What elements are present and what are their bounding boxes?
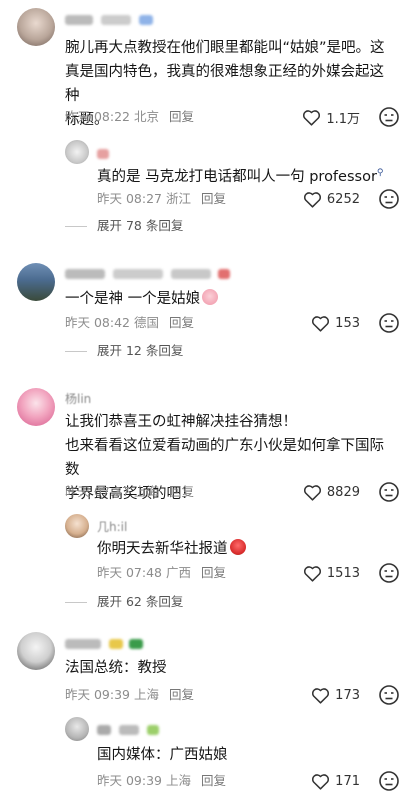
like-count: 153 [335,315,360,331]
heart-outline-icon [312,315,330,332]
like-button[interactable]: 153 [311,313,360,333]
reply-meta: 昨天 07:48 广西 回复 [97,564,226,582]
like-count: 1.1万 [326,111,360,127]
comment-text: 法国总统：教授 [65,660,167,676]
timestamp: 昨天 08:22 [65,109,130,124]
dislike-face-icon[interactable] [378,481,400,503]
timestamp: 昨天 08:27 [97,191,162,206]
comment-text: 一个是神 一个是姑娘 [65,287,219,311]
reply-text: 国内媒体：广西姑娘 [97,747,228,763]
like-button[interactable]: 173 [311,685,360,705]
search-icon[interactable]: ⚲ [377,168,384,178]
location: 北京 [134,109,160,124]
timestamp: 昨天 07:37 [65,484,130,499]
dislike-face-icon[interactable] [378,188,400,210]
comment-meta: 昨天 09:39 上海 回复 [65,686,194,704]
reply-button[interactable]: 回复 [169,109,194,124]
like-button[interactable]: 8829 [303,482,360,502]
like-button[interactable]: 6252 [303,189,360,209]
username-blurred[interactable] [97,722,159,736]
timestamp: 昨天 07:48 [97,565,162,580]
like-button[interactable]: 1513 [303,563,360,583]
dislike-face-icon[interactable] [378,312,400,334]
heart-outline-icon [303,484,321,501]
username-blurred[interactable] [65,266,231,280]
location: 上海 [134,687,160,702]
expand-replies-button[interactable]: 展开 78 条回复 [65,217,183,235]
comment-meta: 昨天 08:42 德国 回复 [65,314,194,332]
avatar[interactable] [65,717,89,741]
avatar[interactable] [65,514,89,538]
location: 德国 [134,315,160,330]
reply-button[interactable]: 回复 [201,191,226,206]
heart-outline-icon [303,191,321,208]
dislike-face-icon[interactable] [378,106,400,128]
username-blurred[interactable] [65,12,153,26]
avatar[interactable] [17,632,55,670]
timestamp: 昨天 09:39 [65,687,130,702]
reply-button[interactable]: 回复 [169,484,194,499]
like-count: 6252 [326,191,360,207]
reply-button[interactable]: 回复 [201,773,226,788]
heart-outline-icon [312,687,330,704]
location: 上海 [134,484,160,499]
comment-meta: 昨天 08:22 北京 回复 [65,108,194,126]
reply-button[interactable]: 回复 [169,315,194,330]
like-count: 8829 [326,484,360,500]
heart-outline-icon [312,773,330,790]
username[interactable]: 杨lin [65,390,91,406]
username-blurred[interactable] [65,636,143,650]
like-count: 173 [335,687,360,703]
reply-button[interactable]: 回复 [201,565,226,580]
like-button[interactable]: 1.1万 [302,107,360,127]
username-blurred[interactable] [97,146,109,160]
like-count: 171 [335,773,360,789]
reply-text: 你明天去新华社报道 [97,537,246,561]
rose-emoji-icon [229,539,246,555]
location: 广西 [166,565,192,580]
pig-emoji-icon [202,289,219,305]
username[interactable]: 几h:il [97,518,127,534]
like-count: 1513 [326,565,360,581]
heart-outline-icon [303,109,321,126]
like-button[interactable]: 171 [311,771,360,791]
avatar[interactable] [17,263,55,301]
reply-text: 真的是 马克龙打电话都叫人一句 professor⚲ [97,168,384,185]
comment-meta: 昨天 07:37 上海 回复 [65,483,194,501]
expand-replies-button[interactable]: 展开 12 条回复 [65,342,183,360]
reply-meta: 昨天 08:27 浙江 回复 [97,190,226,208]
location: 上海 [166,773,192,788]
location: 浙江 [166,191,192,206]
dislike-face-icon[interactable] [378,562,400,584]
timestamp: 昨天 08:42 [65,315,130,330]
heart-outline-icon [303,565,321,582]
timestamp: 昨天 09:39 [97,773,162,788]
dislike-face-icon[interactable] [378,684,400,706]
avatar[interactable] [65,140,89,164]
reply-button[interactable]: 回复 [169,687,194,702]
dislike-face-icon[interactable] [378,770,400,792]
avatar[interactable] [17,8,55,46]
expand-replies-button[interactable]: 展开 62 条回复 [65,593,183,611]
avatar[interactable] [17,388,55,426]
reply-meta: 昨天 09:39 上海 回复 [97,772,226,790]
